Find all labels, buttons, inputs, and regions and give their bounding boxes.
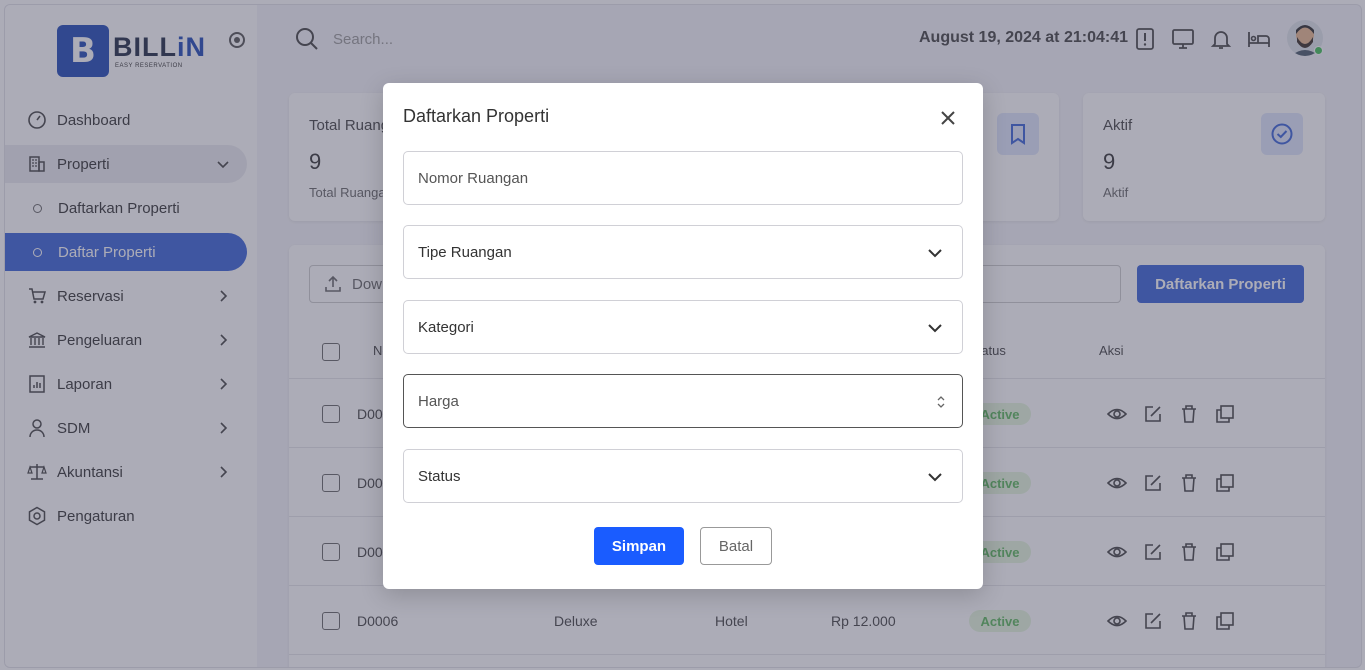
harga-field — [403, 374, 963, 428]
status-label: Status — [418, 467, 461, 485]
save-button[interactable]: Simpan — [594, 527, 684, 565]
kategori-select[interactable]: Kategori — [403, 300, 963, 354]
modal-title: Daftarkan Properti — [403, 106, 550, 126]
nomor-ruangan-input[interactable] — [404, 152, 962, 204]
chevron-down-icon — [928, 473, 942, 482]
cancel-button[interactable]: Batal — [700, 527, 772, 565]
nomor-ruangan-field — [403, 151, 963, 205]
harga-input[interactable] — [404, 375, 962, 427]
number-spinner-icon[interactable] — [936, 393, 946, 411]
tipe-ruangan-label: Tipe Ruangan — [418, 243, 512, 261]
kategori-label: Kategori — [418, 318, 474, 336]
chevron-down-icon — [928, 324, 942, 333]
register-property-modal: Daftarkan Properti Tipe Ruangan Kategori… — [383, 83, 983, 589]
chevron-down-icon — [928, 249, 942, 258]
tipe-ruangan-select[interactable]: Tipe Ruangan — [403, 225, 963, 279]
status-select[interactable]: Status — [403, 449, 963, 503]
close-icon[interactable] — [938, 108, 958, 128]
